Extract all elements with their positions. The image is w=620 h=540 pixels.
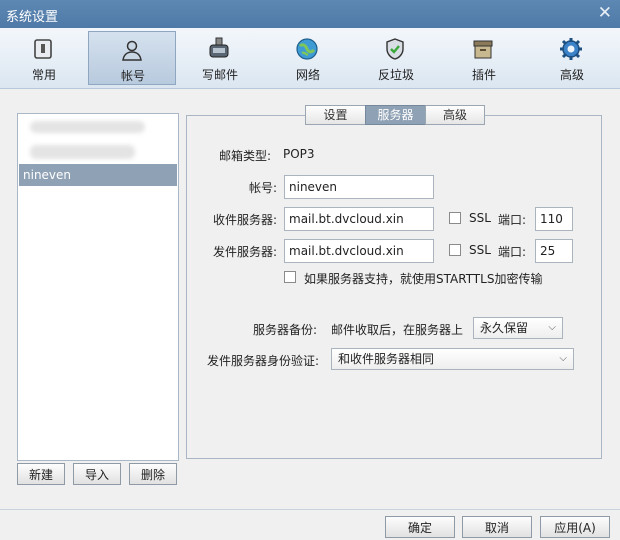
incoming-port-field[interactable]: 110 (535, 207, 573, 231)
toolbar-item-compose[interactable]: 写邮件 (176, 28, 264, 88)
window-title: 系统设置 (6, 10, 59, 25)
backup-label: 服务器备份: (252, 323, 317, 337)
mailbox-type-value: POP3 (283, 147, 315, 161)
toolbar-label: 高级 (559, 68, 584, 82)
toolbar-label: 插件 (471, 68, 496, 82)
account-field[interactable]: nineven (284, 175, 434, 199)
incoming-port-label: 端口: (498, 213, 527, 227)
tab-server[interactable]: 服务器 (365, 105, 426, 125)
incoming-server-label: 收件服务器: (212, 213, 277, 227)
outgoing-port-label: 端口: (498, 245, 527, 259)
mailbox-type-label: 邮箱类型: (218, 149, 271, 163)
incoming-ssl-checkbox[interactable] (449, 212, 461, 224)
account-item-selected[interactable]: nineven (19, 164, 177, 186)
toolbar-label: 反垃圾 (377, 68, 414, 82)
outgoing-ssl-checkbox[interactable] (449, 244, 461, 256)
toolbar-item-antispam[interactable]: 反垃圾 (352, 28, 440, 88)
auth-label: 发件服务器身份验证: (206, 354, 319, 368)
starttls-label: 如果服务器支持，就使用STARTTLS加密传输 (304, 272, 543, 286)
starttls-checkbox[interactable] (284, 271, 296, 283)
toolbar-label: 网络 (295, 68, 320, 82)
toolbar-item-account[interactable]: 帐号 (88, 31, 176, 85)
ok-button[interactable]: 确定 (385, 516, 455, 538)
account-item-redacted[interactable] (30, 145, 135, 159)
cancel-button[interactable]: 取消 (462, 516, 532, 538)
network-icon (296, 38, 318, 60)
toolbar-label: 帐号 (120, 69, 145, 83)
chevron-down-icon: ⌵ (559, 353, 567, 364)
dialog-footer: 确定 取消 应用(A) (0, 509, 620, 540)
import-account-button[interactable]: 导入 (73, 463, 121, 485)
backup-select-value: 永久保留 (480, 321, 529, 335)
settings-body: nineven 新建 导入 删除 邮箱类型: POP3 帐号: nineven … (0, 89, 620, 509)
compose-icon (209, 37, 229, 58)
account-name: nineven (23, 168, 72, 182)
account-label: 帐号: (248, 181, 277, 195)
antispam-icon (386, 38, 404, 60)
incoming-server-field[interactable]: mail.bt.dvcloud.xin (284, 207, 434, 231)
account-list[interactable]: nineven (17, 113, 179, 461)
backup-text: 邮件收取后，在服务器上 (331, 323, 464, 337)
incoming-ssl-label: SSL (469, 211, 491, 225)
toolbar-item-general[interactable]: 常用 (0, 28, 88, 88)
chevron-down-icon: ⌵ (548, 322, 556, 333)
apply-button[interactable]: 应用(A) (540, 516, 610, 538)
account-icon (122, 40, 142, 61)
plugin-icon (473, 40, 493, 59)
settings-toolbar: 常用 帐号 写邮件 网络 反垃圾 插件 高级 (0, 28, 620, 89)
advanced-icon (560, 38, 582, 60)
delete-account-button[interactable]: 删除 (129, 463, 177, 485)
auth-select[interactable]: 和收件服务器相同 ⌵ (331, 348, 574, 370)
tab-settings[interactable]: 设置 (305, 105, 366, 125)
toolbar-item-advanced[interactable]: 高级 (528, 28, 616, 88)
toolbar-label: 常用 (31, 68, 56, 82)
toolbar-label: 写邮件 (201, 68, 238, 82)
title-bar: 系统设置 ✕ (0, 0, 620, 28)
new-account-button[interactable]: 新建 (17, 463, 65, 485)
auth-select-value: 和收件服务器相同 (338, 352, 435, 366)
toolbar-item-plugin[interactable]: 插件 (440, 28, 528, 88)
general-icon (34, 39, 52, 59)
outgoing-server-field[interactable]: mail.bt.dvcloud.xin (284, 239, 434, 263)
backup-select[interactable]: 永久保留 ⌵ (473, 317, 563, 339)
server-settings-panel: 邮箱类型: POP3 帐号: nineven 收件服务器: mail.bt.dv… (186, 115, 602, 459)
outgoing-ssl-label: SSL (469, 243, 491, 257)
tab-advanced[interactable]: 高级 (425, 105, 485, 125)
close-icon[interactable]: ✕ (598, 3, 612, 23)
account-item-redacted[interactable] (30, 121, 145, 133)
toolbar-item-network[interactable]: 网络 (264, 28, 352, 88)
outgoing-port-field[interactable]: 25 (535, 239, 573, 263)
outgoing-server-label: 发件服务器: (212, 245, 277, 259)
